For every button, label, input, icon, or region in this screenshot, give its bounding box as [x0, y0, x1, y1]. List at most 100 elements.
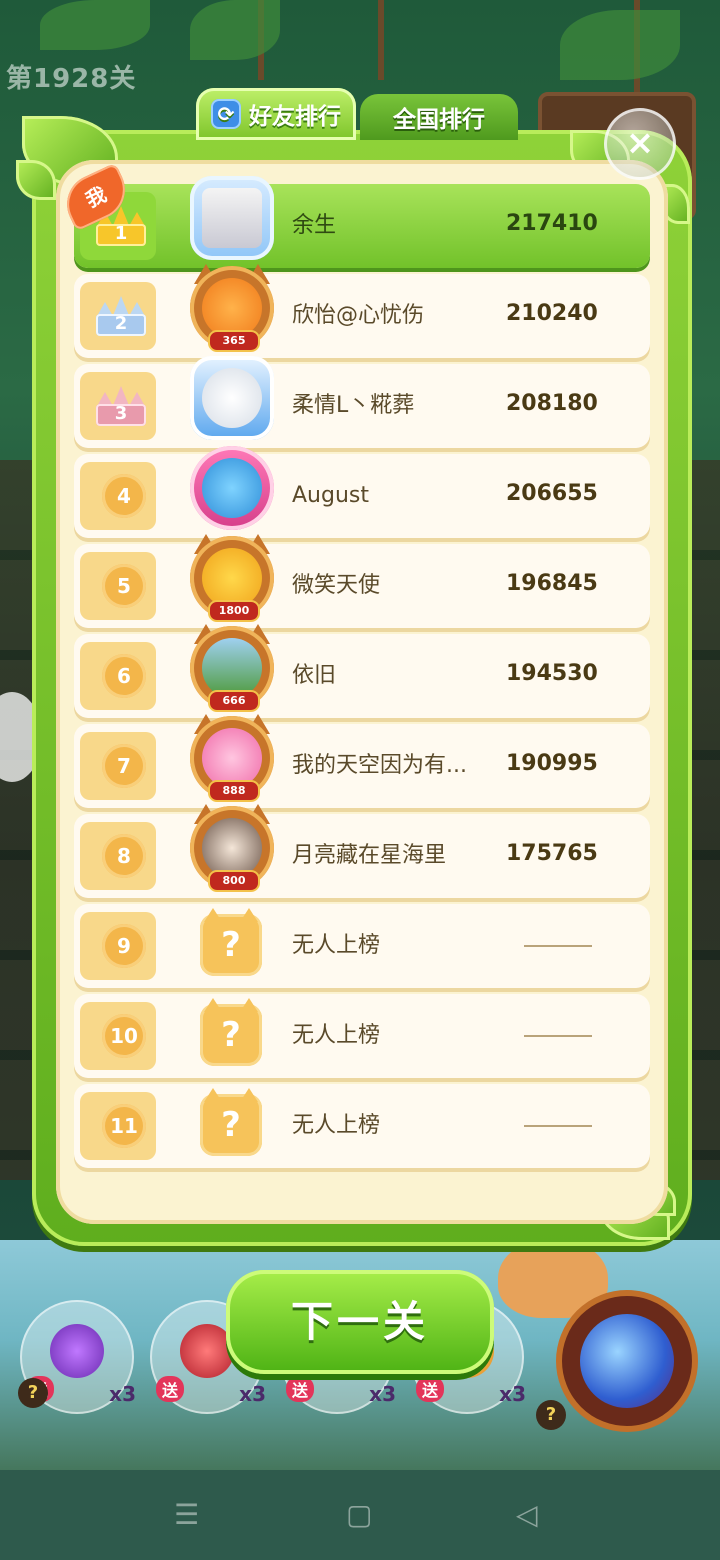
rank-number: 11 — [102, 1104, 146, 1148]
avatar-photo — [202, 458, 262, 518]
player-name: August — [292, 483, 369, 508]
level-badge: 365 — [208, 330, 260, 352]
rank-slot: 4 — [80, 462, 156, 530]
level-label: 第1928关 — [6, 64, 137, 94]
player-name: 无人上榜 — [292, 1023, 381, 1048]
avatar[interactable]: 365 — [190, 264, 274, 352]
rank-slot: 7 — [80, 732, 156, 800]
ranking-row[interactable]: 5 1800 微笑天使 196845 — [74, 534, 650, 628]
rank-slot: 2 — [80, 282, 156, 350]
player-name: 依旧 — [292, 663, 337, 688]
avatar-photo — [202, 188, 262, 248]
tab-national-label: 全国排行 — [393, 107, 485, 133]
special-booster[interactable] — [556, 1290, 698, 1432]
background-leaf — [40, 0, 150, 50]
swap-icon — [50, 1324, 104, 1378]
ranking-row[interactable]: 3 柔情L丶糀葬 208180 — [74, 356, 650, 448]
booster-qty: x3 — [499, 1382, 526, 1406]
player-name: 无人上榜 — [292, 1113, 381, 1138]
tab-friends-label: 好友排行 — [249, 104, 341, 130]
avatar[interactable]: 1800 — [190, 534, 274, 622]
avatar[interactable]: 666 — [190, 624, 274, 712]
score-placeholder-dash — [524, 1035, 592, 1037]
player-score: 208180 — [506, 391, 598, 416]
avatar[interactable] — [190, 176, 274, 260]
tab-friends[interactable]: ⟳ 好友排行 — [196, 88, 356, 140]
player-name: 无人上榜 — [292, 933, 381, 958]
rank-number: 1 — [114, 223, 128, 244]
player-score: 210240 — [506, 301, 598, 326]
rank-number: 9 — [102, 924, 146, 968]
ranking-row[interactable]: 6 666 依旧 194530 — [74, 624, 650, 718]
avatar-photo — [202, 638, 262, 698]
rank-slot: 9 — [80, 912, 156, 980]
score-placeholder-dash — [524, 945, 592, 947]
rank-slot: 6 — [80, 642, 156, 710]
rank-number: 2 — [114, 313, 128, 334]
avatar[interactable] — [190, 356, 274, 440]
background-rope — [378, 0, 384, 80]
help-icon[interactable]: ? — [18, 1378, 48, 1408]
avatar[interactable]: 888 — [190, 714, 274, 802]
rank-number: 10 — [102, 1014, 146, 1058]
player-score: 194530 — [506, 661, 598, 686]
player-score: 175765 — [506, 841, 598, 866]
ranking-row-empty: 10 ? 无人上榜 — [74, 994, 650, 1078]
placeholder-avatar-icon: ? — [200, 908, 262, 976]
level-badge: 888 — [208, 780, 260, 802]
menu-icon[interactable]: ☰ — [174, 1500, 199, 1530]
refresh-icon[interactable]: ⟳ — [211, 99, 241, 129]
player-name: 我的天空因为有... — [292, 753, 467, 778]
bronze-crown-icon: 3 — [96, 384, 146, 426]
avatar-photo — [202, 548, 262, 608]
send-badge: 送 — [286, 1376, 315, 1402]
avatar-photo — [202, 368, 262, 428]
rank-number: 6 — [102, 654, 146, 698]
player-name: 微笑天使 — [292, 573, 381, 598]
ranking-row-empty: 9 ? 无人上榜 — [74, 904, 650, 988]
avatar[interactable] — [190, 446, 274, 530]
rank-number: 5 — [102, 564, 146, 608]
rank-number: 4 — [102, 474, 146, 518]
home-icon[interactable]: ▢ — [346, 1500, 372, 1530]
rank-slot: 5 — [80, 552, 156, 620]
ranking-row-me[interactable]: 1 我 余生 217410 — [57, 162, 650, 268]
rank-number: 8 — [102, 834, 146, 878]
next-level-button[interactable]: 下一关 — [226, 1270, 494, 1374]
booster-qty: x3 — [369, 1382, 396, 1406]
send-badge: 送 — [156, 1376, 185, 1402]
avatar[interactable]: 800 — [190, 804, 274, 892]
ranking-row-empty: 11 ? 无人上榜 — [74, 1084, 650, 1168]
avatar-photo — [202, 728, 262, 788]
booster-qty: x3 — [239, 1382, 266, 1406]
tab-national[interactable]: 全国排行 — [360, 94, 518, 140]
rank-slot: 8 — [80, 822, 156, 890]
ranking-row[interactable]: 8 800 月亮藏在星海里 175765 — [74, 804, 650, 898]
player-score: 217410 — [506, 211, 598, 236]
player-name: 欣怡@心忧伤 — [292, 303, 425, 328]
back-icon[interactable]: ◁ — [516, 1500, 538, 1530]
ranking-row[interactable]: 4 August 206655 — [74, 446, 650, 538]
ranking-row[interactable]: 7 888 我的天空因为有... 190995 — [74, 714, 650, 808]
level-badge: 666 — [208, 690, 260, 712]
background-leaf — [190, 0, 280, 60]
player-name: 月亮藏在星海里 — [292, 843, 447, 868]
silver-crown-icon: 2 — [96, 294, 146, 336]
rank-number: 3 — [114, 403, 128, 424]
avatar-photo — [202, 818, 262, 878]
rank-slot: 3 — [80, 372, 156, 440]
placeholder-avatar-icon: ? — [200, 998, 262, 1066]
send-badge: 送 — [416, 1376, 445, 1402]
close-button[interactable]: × — [604, 108, 676, 180]
ranking-row[interactable]: 2 365 欣怡@心忧伤 210240 — [74, 264, 650, 358]
rank-slot: 10 — [80, 1002, 156, 1070]
avatar-photo — [202, 278, 262, 338]
score-placeholder-dash — [524, 1125, 592, 1127]
level-badge: 800 — [208, 870, 260, 892]
player-name: 柔情L丶糀葬 — [292, 393, 415, 418]
rainbow-bird-icon — [580, 1314, 674, 1408]
player-score: 190995 — [506, 751, 598, 776]
help-icon[interactable]: ? — [536, 1400, 566, 1430]
player-name: 余生 — [292, 213, 337, 238]
player-score: 196845 — [506, 571, 598, 596]
